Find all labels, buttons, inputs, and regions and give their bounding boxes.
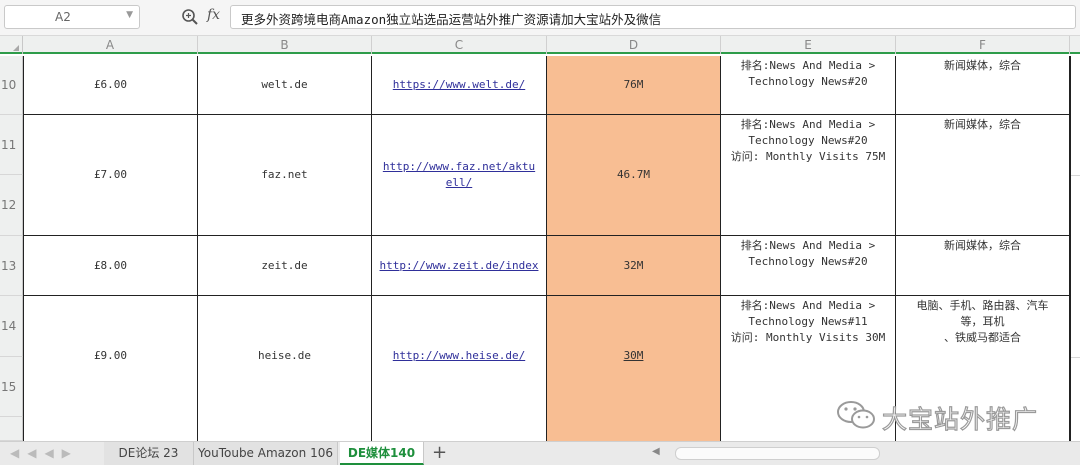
url-link[interactable]: http://www.heise.de/ xyxy=(393,348,525,364)
cell-e10[interactable]: 排名:News And Media > Technology News#20 xyxy=(721,56,896,115)
column-header-a[interactable]: A xyxy=(23,36,198,54)
rank-line: 排名:News And Media > xyxy=(740,299,876,312)
cell-a11[interactable]: £7.00 xyxy=(24,115,198,236)
category-line: 新闻媒体，综合 xyxy=(944,239,1021,252)
cell-e14[interactable]: 排名:News And Media > Technology News#11 访问:… xyxy=(721,296,896,465)
rank-line: Technology News#20 xyxy=(748,255,868,268)
row-header-11[interactable]: 11 xyxy=(0,115,23,175)
rank-line: Technology News#20 xyxy=(748,75,868,88)
name-box-value: A2 xyxy=(55,10,71,24)
category-line: 新闻媒体，综合 xyxy=(944,118,1021,131)
cell-f11[interactable]: 新闻媒体，综合 xyxy=(896,115,1070,236)
cell-a10[interactable]: £6.00 xyxy=(24,56,198,115)
scroll-left-icon[interactable]: ◀ xyxy=(652,446,660,457)
cell-a14[interactable]: £9.00 xyxy=(24,296,198,465)
chevron-down-icon[interactable]: ▼ xyxy=(126,10,133,20)
watermark: 大宝站外推广 xyxy=(836,398,1066,435)
wechat-icon xyxy=(837,401,875,429)
formula-input[interactable]: 更多外资跨境电商Amazon独立站选品运营站外推广资源请加大宝站外及微信 xyxy=(230,5,1076,29)
select-all-corner[interactable] xyxy=(0,36,23,54)
row-header-15[interactable]: 15 xyxy=(0,357,23,417)
grid-border xyxy=(1070,56,1071,441)
cell-c14[interactable]: http://www.heise.de/ xyxy=(372,296,547,465)
zoom-icon[interactable] xyxy=(181,8,199,26)
cell-b10[interactable]: welt.de xyxy=(198,56,372,115)
cell-c10[interactable]: https://www.welt.de/ xyxy=(372,56,547,115)
cell-e11[interactable]: 排名:News And Media > Technology News#20 访问:… xyxy=(721,115,896,236)
cell-f13[interactable]: 新闻媒体，综合 xyxy=(896,236,1070,296)
watermark-text: 大宝站外推广 xyxy=(881,404,1039,434)
column-header-e[interactable]: E xyxy=(721,36,896,54)
sheet-tab[interactable]: DE论坛 23 xyxy=(104,442,194,465)
sheet-nav-arrows-icon[interactable]: ◀◀◀▶ xyxy=(10,446,79,460)
sheet-tab-active[interactable]: DE媒体140 xyxy=(340,442,424,465)
rank-line: 排名:News And Media > xyxy=(740,118,876,131)
column-header-b[interactable]: B xyxy=(198,36,372,54)
cell-b11[interactable]: faz.net xyxy=(198,115,372,236)
cell-a13[interactable]: £8.00 xyxy=(24,236,198,296)
category-line: 、铁威马都适合 xyxy=(944,331,1021,344)
url-link[interactable]: https://www.welt.de/ xyxy=(393,77,525,93)
sheet-tab[interactable]: YouToube Amazon 106 xyxy=(194,442,338,465)
column-header-f[interactable]: F xyxy=(896,36,1070,54)
rank-line: 排名:News And Media > xyxy=(740,59,876,72)
add-sheet-button[interactable]: + xyxy=(432,443,447,463)
row-header-16[interactable] xyxy=(0,417,23,441)
visits-line: 访问: Monthly Visits 30M xyxy=(730,331,886,344)
name-box[interactable]: A2 ▼ xyxy=(4,5,140,29)
cell-c11[interactable]: http://www.faz.net/aktu ell/ xyxy=(372,115,547,236)
formula-bar: A2 ▼ fx 更多外资跨境电商Amazon独立站选品运营站外推广资源请加大宝站… xyxy=(0,0,1080,36)
column-header-c[interactable]: C xyxy=(372,36,547,54)
rank-line: Technology News#11 xyxy=(748,315,868,328)
row-header-14[interactable]: 14 xyxy=(0,296,23,357)
visits-line: 访问: Monthly Visits 75M xyxy=(730,150,886,163)
gridline xyxy=(1071,175,1080,176)
cell-f10[interactable]: 新闻媒体，综合 xyxy=(896,56,1070,115)
cell-d13[interactable]: 32M xyxy=(547,236,721,296)
cell-d11[interactable]: 46.7M xyxy=(547,115,721,236)
url-link[interactable]: ell/ xyxy=(383,175,535,191)
url-link[interactable]: http://www.faz.net/aktu xyxy=(383,159,535,175)
cell-d10[interactable]: 76M xyxy=(547,56,721,115)
column-header-row: A B C D E F xyxy=(0,36,1080,54)
category-line: 电脑、手机、路由器、汽车 xyxy=(916,299,1049,312)
row-header-13[interactable]: 13 xyxy=(0,236,23,296)
cell-d14[interactable]: 30M xyxy=(547,296,721,465)
gridline xyxy=(1071,357,1080,358)
horizontal-scrollbar[interactable] xyxy=(675,447,880,460)
row-header-10[interactable]: 10 xyxy=(0,56,23,115)
cell-e13[interactable]: 排名:News And Media > Technology News#20 xyxy=(721,236,896,296)
cell-b13[interactable]: zeit.de xyxy=(198,236,372,296)
column-header-d[interactable]: D xyxy=(547,36,721,54)
category-line: 等，耳机 xyxy=(960,315,1005,328)
fx-label[interactable]: fx xyxy=(207,7,220,23)
rank-line: Technology News#20 xyxy=(748,134,868,147)
cell-c13[interactable]: http://www.zeit.de/index xyxy=(372,236,547,296)
sheet-tab-bar: ◀◀◀▶ DE论坛 23 YouToube Amazon 106 DE媒体140… xyxy=(0,441,1080,465)
cell-b14[interactable]: heise.de xyxy=(198,296,372,465)
visits-value: 30M xyxy=(623,349,644,362)
rank-line: 排名:News And Media > xyxy=(740,239,876,252)
row-header-12[interactable]: 12 xyxy=(0,175,23,236)
url-link[interactable]: http://www.zeit.de/index xyxy=(380,258,539,274)
cell-f14[interactable]: 电脑、手机、路由器、汽车 等，耳机、铁威马都适合 xyxy=(896,296,1070,465)
category-line: 新闻媒体，综合 xyxy=(944,59,1021,72)
